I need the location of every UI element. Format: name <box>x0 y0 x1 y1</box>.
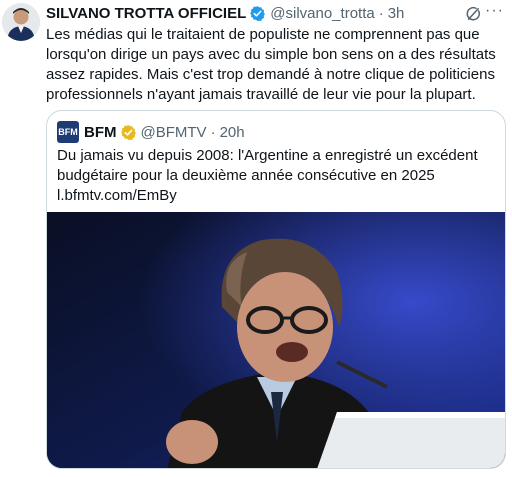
verified-badge-icon[interactable] <box>249 5 266 22</box>
quoted-media-image[interactable] <box>47 212 505 468</box>
separator-dot: · <box>378 4 384 22</box>
quoted-link[interactable]: l.bfmtv.com/EmBy <box>57 186 487 206</box>
quoted-text-body: Du jamais vu depuis 2008: l'Argentine a … <box>57 147 478 184</box>
quoted-tweet[interactable]: BFM BFM @BFMTV · 20h Du jamais vu depuis… <box>46 110 506 469</box>
gold-verified-badge-icon[interactable] <box>120 124 137 141</box>
more-options-icon[interactable]: ··· <box>485 2 504 20</box>
tweet-header: SILVANO TROTTA OFFICIEL @silvano_trotta … <box>46 3 502 23</box>
timestamp[interactable]: 3h <box>388 5 405 22</box>
quoted-tweet-header: BFM BFM @BFMTV · 20h <box>57 121 245 143</box>
author-handle[interactable]: @silvano_trotta <box>270 5 374 22</box>
quoted-timestamp[interactable]: 20h <box>220 124 245 141</box>
quoted-separator-dot: · <box>210 123 216 141</box>
quoted-tweet-text: Du jamais vu depuis 2008: l'Argentine a … <box>57 146 487 206</box>
author-name[interactable]: SILVANO TROTTA OFFICIEL <box>46 5 246 22</box>
quoted-author-handle[interactable]: @BFMTV <box>141 124 207 141</box>
quoted-author-name[interactable]: BFM <box>84 124 117 141</box>
avatar[interactable] <box>2 3 40 41</box>
tweet[interactable]: SILVANO TROTTA OFFICIEL @silvano_trotta … <box>0 0 512 477</box>
tweet-text: Les médias qui le traitaient de populist… <box>46 26 496 103</box>
bfm-logo[interactable]: BFM <box>57 121 79 143</box>
